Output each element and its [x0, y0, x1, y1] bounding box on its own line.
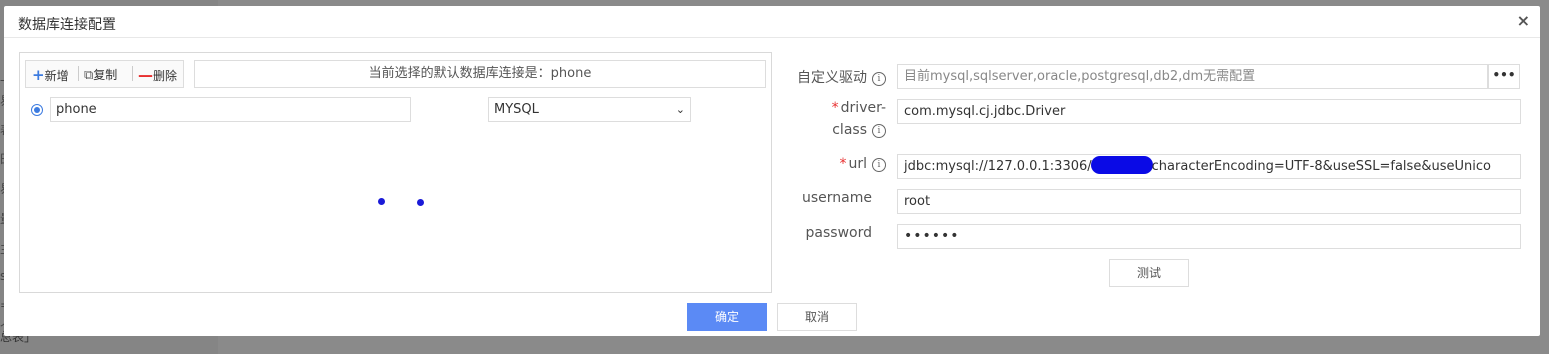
test-button[interactable]: 测试: [1109, 259, 1189, 287]
required-mark: *: [839, 156, 847, 172]
driver-class-label-line2: class: [832, 122, 867, 138]
ok-button[interactable]: 确定: [687, 303, 767, 331]
password-input[interactable]: ••••••: [897, 224, 1521, 249]
default-connection-display: 当前选择的默认数据库连接是：phone: [194, 60, 766, 88]
connection-toolbar: +新增 ⧉复制 —删除: [25, 60, 184, 88]
plus-icon: +: [32, 66, 45, 84]
chevron-down-icon: ⌄: [675, 103, 685, 116]
copy-button[interactable]: ⧉复制: [84, 66, 117, 83]
loading-dot: [417, 199, 424, 206]
url-label: * url i: [784, 156, 886, 172]
delete-button[interactable]: —删除: [138, 66, 177, 84]
copy-icon: ⧉: [84, 68, 94, 83]
driver-input[interactable]: 目前mysql,sqlserver,oracle,postgresql,db2,…: [897, 64, 1488, 89]
driver-class-label-line1: driver-: [840, 100, 886, 116]
required-mark: *: [831, 100, 839, 116]
url-prefix: jdbc:mysql://127.0.0.1:3306/: [904, 159, 1092, 174]
copy-label: 复制: [93, 68, 118, 82]
info-icon[interactable]: i: [872, 124, 886, 138]
delete-label: 删除: [153, 69, 178, 83]
url-label-text: url: [848, 156, 867, 172]
add-button[interactable]: +新增: [32, 66, 69, 84]
driver-label: 自定义驱动 i: [784, 67, 886, 87]
username-input[interactable]: root: [897, 189, 1521, 214]
driver-class-label: * driver-: [784, 100, 886, 116]
connection-name-input[interactable]: phone: [50, 97, 411, 122]
driver-placeholder: 目前mysql,sqlserver,oracle,postgresql,db2,…: [904, 69, 1256, 84]
toolbar-divider: [78, 66, 79, 81]
driver-label-text: 自定义驱动: [797, 70, 867, 86]
driver-class-label-row2: class i: [784, 122, 886, 138]
info-icon[interactable]: i: [872, 158, 886, 172]
more-options-button[interactable]: •••: [1488, 64, 1520, 89]
cancel-button[interactable]: 取消: [777, 303, 857, 331]
db-type-value: MYSQL: [494, 102, 539, 117]
password-label: password: [805, 225, 872, 241]
driver-class-input[interactable]: com.mysql.cj.jdbc.Driver: [897, 99, 1521, 124]
info-icon[interactable]: i: [872, 72, 886, 86]
close-icon[interactable]: ×: [1517, 11, 1530, 30]
connection-radio[interactable]: [31, 104, 43, 116]
db-config-dialog: 数据库连接配置 × +新增 ⧉复制 —删除 当前选择的默认数据库连接是：phon…: [4, 6, 1540, 336]
toolbar-divider: [132, 66, 133, 81]
url-input[interactable]: jdbc:mysql://127.0.0.1:3306/characterEnc…: [897, 154, 1521, 179]
loading-dot: [378, 198, 385, 205]
username-label: username: [802, 190, 872, 206]
connection-list-panel: +新增 ⧉复制 —删除 当前选择的默认数据库连接是：phone phone MY…: [19, 52, 772, 293]
redaction-mark: [1090, 156, 1153, 174]
dialog-title-bar: 数据库连接配置 ×: [4, 6, 1540, 38]
dialog-title: 数据库连接配置: [18, 17, 116, 33]
minus-icon: —: [138, 66, 153, 84]
add-label: 新增: [44, 69, 69, 83]
db-type-select[interactable]: MYSQL ⌄: [488, 97, 691, 122]
url-suffix: characterEncoding=UTF-8&useSSL=false&use…: [1151, 159, 1491, 174]
